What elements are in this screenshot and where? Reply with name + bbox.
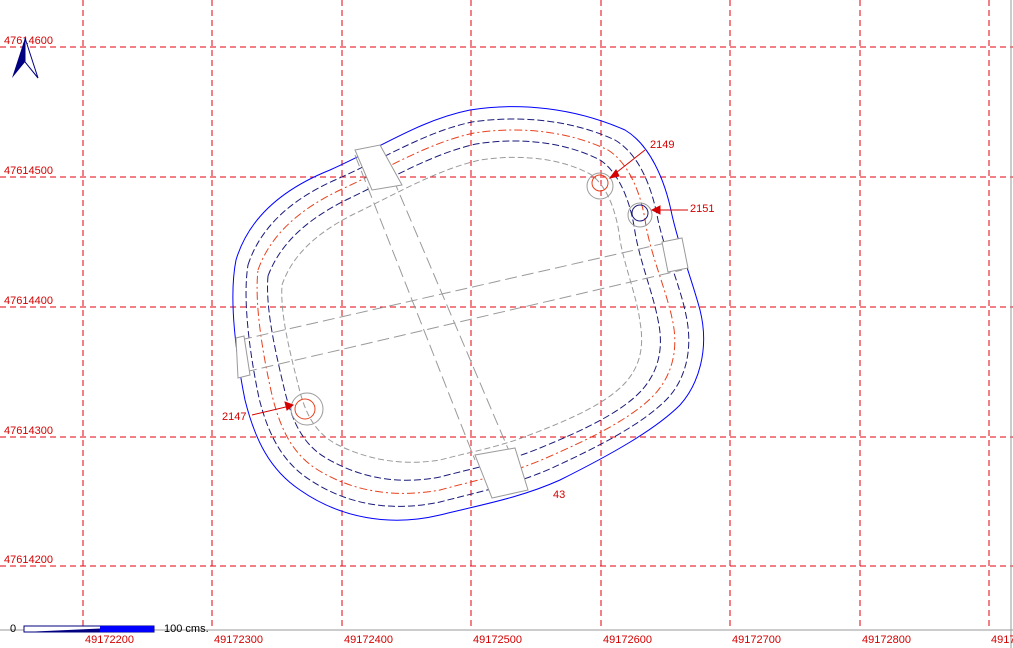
leader-2151-head	[650, 205, 661, 215]
post-hole-2147	[290, 392, 324, 426]
trench-right-cut	[661, 237, 689, 273]
feature-label-2147: 2147	[222, 411, 246, 423]
map-canvas: 2149 2151 2147 43 47614600 47614500 4761…	[0, 0, 1013, 648]
x-label-49172400: 49172400	[344, 634, 393, 646]
site-contours	[232, 106, 705, 521]
trench-top-cut	[354, 144, 403, 191]
contour-gray-inner	[281, 156, 643, 463]
leader-arrows	[251, 149, 688, 416]
feature-label-2151: 2151	[690, 203, 714, 215]
trench-left-cut	[235, 335, 251, 379]
y-label-47614200: 47614200	[4, 554, 53, 566]
x-label-49172800: 49172800	[862, 634, 911, 646]
feature-label-2149: 2149	[650, 139, 674, 151]
x-label-49172600: 49172600	[603, 634, 652, 646]
x-label-49172700: 49172700	[732, 634, 781, 646]
structure-label: 43	[553, 489, 565, 501]
post-hole-2147-inner	[294, 398, 316, 420]
y-label-47614500: 47614500	[4, 165, 53, 177]
x-label-49172200: 49172200	[85, 634, 134, 646]
scale-bar-end-block	[100, 626, 154, 632]
y-label-47614300: 47614300	[4, 425, 53, 437]
y-label-47614400: 47614400	[4, 295, 53, 307]
map-svg: 2149 2151 2147 43 47614600 47614500 4761…	[0, 0, 1013, 648]
grid-lines	[0, 0, 1013, 630]
contour-red-1	[256, 129, 676, 494]
x-label-4917-partial: 4917	[991, 634, 1013, 646]
leader-2147	[251, 405, 291, 416]
scale-bar-end-label: 100 cms.	[164, 623, 209, 635]
y-label-47614600: 47614600	[4, 35, 53, 47]
x-label-49172500: 49172500	[473, 634, 522, 646]
scale-bar-start-label: 0	[10, 623, 16, 635]
trench-horizontal-bottom	[244, 269, 683, 373]
trench-bottom-cut	[474, 447, 529, 499]
x-label-49172300: 49172300	[214, 634, 263, 646]
post-hole-2151-inner	[631, 204, 649, 222]
